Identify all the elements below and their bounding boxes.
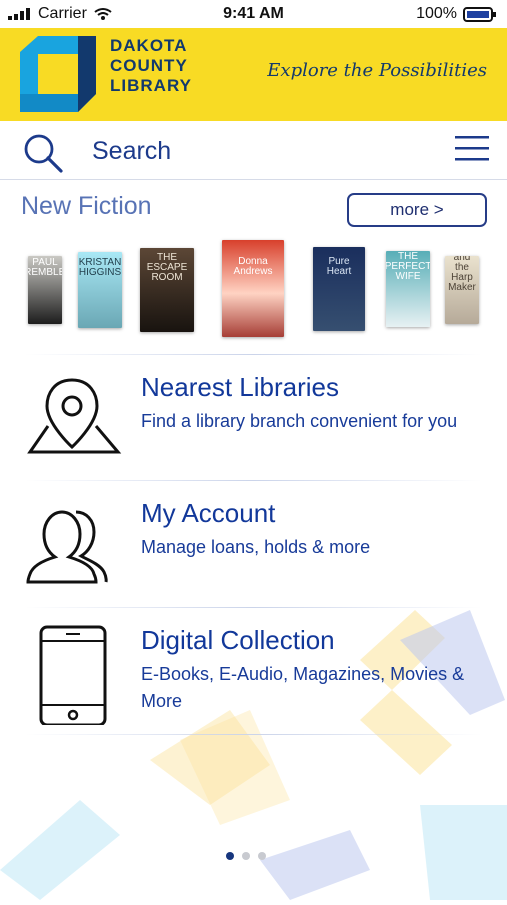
section-divider <box>25 354 482 355</box>
logo-line: COUNTY <box>110 56 188 75</box>
people-icon <box>26 510 108 584</box>
battery-icon <box>463 6 496 22</box>
search-bar[interactable]: Search <box>0 121 507 180</box>
nearest-libraries-row[interactable]: Nearest Libraries Find a library branch … <box>0 360 507 480</box>
page-dot-2[interactable] <box>242 852 250 860</box>
library-header: DAKOTA COUNTY LIBRARY Explore the Possib… <box>0 28 507 121</box>
row-subtitle: E-Books, E-Audio, Magazines, Movies & Mo… <box>141 664 465 711</box>
search-label[interactable]: Search <box>92 137 171 166</box>
row-subtitle: Manage loans, holds & more <box>141 537 371 557</box>
status-bar: Carrier 9:41 AM 100% <box>0 0 507 28</box>
book-cover[interactable]: KRISTAN HIGGINS <box>78 252 122 328</box>
book-cover-text: PAUL TREMBLEY <box>28 257 62 278</box>
book-cover-text: THE PERFECT WIFE <box>386 251 430 282</box>
logo-line: LIBRARY <box>110 76 192 95</box>
library-name: DAKOTA COUNTY LIBRARY <box>110 36 260 96</box>
book-cover-text: Pure Heart <box>326 256 352 277</box>
status-right: 100% <box>416 5 497 23</box>
book-cover[interactable]: THE ESCAPE ROOM <box>140 248 194 332</box>
row-title[interactable]: Nearest Libraries <box>141 372 339 402</box>
row-title[interactable]: Digital Collection <box>141 625 335 655</box>
row-subtitle: Find a library branch convenient for you <box>141 411 458 431</box>
section-divider <box>25 480 482 481</box>
tagline: Explore the Possibilities <box>267 60 487 81</box>
map-pin-icon <box>27 378 122 454</box>
book-cover-text: Donna Andrews <box>233 255 273 277</box>
my-account-row[interactable]: My Account Manage loans, holds & more <box>0 486 507 606</box>
tablet-icon <box>39 625 107 725</box>
battery-label: 100% <box>416 5 457 22</box>
book-cover-text: Ellie and the Harp Maker <box>448 256 476 293</box>
book-cover-text: KRISTAN HIGGINS <box>78 257 122 278</box>
logo-line: DAKOTA <box>110 36 188 55</box>
digital-collection-row[interactable]: Digital Collection E-Books, E-Audio, Mag… <box>0 613 507 733</box>
more-button[interactable]: more > <box>347 193 487 227</box>
book-cover[interactable]: THE PERFECT WIFE <box>386 251 430 327</box>
menu-icon[interactable] <box>455 133 489 163</box>
book-cover[interactable]: PAUL TREMBLEY <box>28 256 62 324</box>
search-icon[interactable] <box>22 132 64 174</box>
book-cover[interactable]: Donna Andrews <box>222 240 284 337</box>
section-title-new-fiction: New Fiction <box>21 192 152 220</box>
book-cover[interactable]: Pure Heart <box>313 247 365 331</box>
book-cover[interactable]: Ellie and the Harp Maker <box>445 256 479 324</box>
library-logo <box>20 36 96 112</box>
section-divider <box>25 734 482 735</box>
row-title[interactable]: My Account <box>141 498 275 528</box>
page-dot-1[interactable] <box>226 852 234 860</box>
page-indicator <box>226 852 266 860</box>
page-dot-3[interactable] <box>258 852 266 860</box>
book-cover-text: THE ESCAPE ROOM <box>146 252 188 283</box>
